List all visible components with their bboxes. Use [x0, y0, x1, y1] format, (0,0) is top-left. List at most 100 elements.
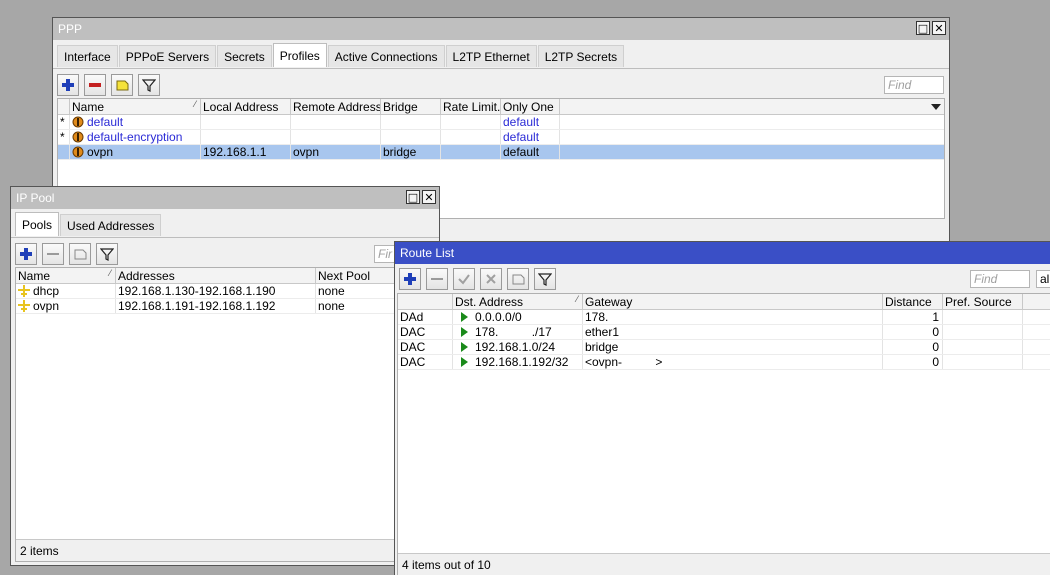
- route-list-toolbar: Find all: [395, 265, 1050, 293]
- profile-icon: [72, 116, 84, 128]
- ppp-title: PPP: [58, 22, 83, 36]
- enable-button[interactable]: [453, 268, 475, 290]
- note-icon: [116, 80, 129, 91]
- table-row[interactable]: ovpn 192.168.1.191-192.168.1.192 none: [16, 299, 434, 314]
- note-icon: [512, 274, 525, 285]
- table-row[interactable]: DAC 192.168.1.0/24 bridge 0: [398, 340, 1050, 355]
- tab-l2tp-ethernet[interactable]: L2TP Ethernet: [445, 45, 537, 67]
- row-dst-address: 178. ./17: [453, 325, 583, 339]
- column-header-name[interactable]: Name ⁄: [70, 99, 201, 114]
- remove-button[interactable]: [84, 74, 106, 96]
- plus-icon: [20, 248, 32, 260]
- column-header-pref-source[interactable]: Pref. Source: [943, 294, 1023, 309]
- table-row[interactable]: * default-encryption default: [58, 130, 944, 145]
- filter-icon: [100, 248, 114, 261]
- remove-button[interactable]: [42, 243, 64, 265]
- close-button[interactable]: ✕: [932, 21, 946, 35]
- row-local-address: 192.168.1.1: [201, 145, 291, 159]
- sort-icon: ⁄: [194, 99, 196, 109]
- minus-icon: [89, 83, 101, 87]
- table-row[interactable]: dhcp 192.168.1.130-192.168.1.190 none: [16, 284, 434, 299]
- table-row[interactable]: DAC 178. ./17 ether1 0: [398, 325, 1050, 340]
- table-header: Name ⁄ Addresses Next Pool: [16, 268, 434, 284]
- tab-l2tp-secrets[interactable]: L2TP Secrets: [537, 45, 625, 67]
- column-header-dst-address[interactable]: Dst. Address ⁄: [453, 294, 583, 309]
- ip-pool-toolbar: Fir: [11, 238, 439, 270]
- filter-button[interactable]: [138, 74, 160, 96]
- column-header-bridge[interactable]: Bridge: [381, 99, 441, 114]
- row-flags: DAC: [398, 355, 453, 369]
- column-header-name[interactable]: Name ⁄: [16, 268, 116, 283]
- flag-column-header: [58, 99, 70, 114]
- add-button[interactable]: [15, 243, 37, 265]
- row-flag: [58, 145, 70, 159]
- column-header-gateway[interactable]: Gateway: [583, 294, 883, 309]
- row-distance: 0: [883, 340, 943, 354]
- status-bar: 4 items out of 10: [398, 553, 1050, 575]
- table-row-selected[interactable]: ovpn 192.168.1.1 ovpn bridge default: [58, 145, 944, 160]
- comment-button[interactable]: [69, 243, 91, 265]
- filter-button[interactable]: [534, 268, 556, 290]
- row-only-one: default: [501, 145, 560, 159]
- row-gateway: <ovpn- >: [583, 355, 883, 369]
- close-button[interactable]: ✕: [422, 190, 436, 204]
- row-flags: DAd: [398, 310, 453, 324]
- tab-profiles[interactable]: Profiles: [272, 43, 327, 67]
- column-header-flags[interactable]: [398, 294, 453, 309]
- route-arrow-icon: [461, 342, 468, 352]
- tab-active-connections[interactable]: Active Connections: [327, 45, 445, 67]
- column-header-local-address[interactable]: Local Address: [201, 99, 291, 114]
- column-header-addresses[interactable]: Addresses: [116, 268, 316, 283]
- filter-icon: [142, 79, 156, 92]
- column-header-only-one[interactable]: Only One: [501, 99, 560, 114]
- routes-table: Dst. Address ⁄ Gateway Distance Pref. Sou…: [397, 293, 1050, 575]
- tab-used-addresses[interactable]: Used Addresses: [60, 214, 162, 236]
- ppp-titlebar[interactable]: PPP □ ✕: [53, 18, 949, 40]
- comment-button[interactable]: [111, 74, 133, 96]
- row-gateway: ether1: [583, 325, 883, 339]
- status-bar: 2 items: [16, 539, 434, 561]
- row-only-one: default: [501, 115, 560, 129]
- row-only-one: default: [501, 130, 560, 144]
- ip-pool-titlebar[interactable]: IP Pool □ ✕: [11, 187, 439, 209]
- remove-button[interactable]: [426, 268, 448, 290]
- row-flag: *: [58, 130, 70, 144]
- ppp-tabs: Interface PPPoE Servers Secrets Profiles…: [53, 40, 949, 69]
- row-remote-address: [291, 115, 381, 129]
- row-pref-source: [943, 340, 1023, 354]
- row-flags: DAC: [398, 325, 453, 339]
- note-icon: [74, 249, 87, 260]
- comment-button[interactable]: [507, 268, 529, 290]
- row-bridge: [381, 130, 441, 144]
- table-row[interactable]: * default default: [58, 115, 944, 130]
- columns-dropdown[interactable]: [560, 99, 944, 114]
- row-addresses: 192.168.1.130-192.168.1.190: [116, 284, 316, 298]
- row-local-address: [201, 130, 291, 144]
- table-row[interactable]: DAC 192.168.1.192/32 <ovpn- > 0: [398, 355, 1050, 370]
- column-header-distance[interactable]: Distance: [883, 294, 943, 309]
- row-rate-limit: [441, 130, 501, 144]
- table-header: Dst. Address ⁄ Gateway Distance Pref. Sou…: [398, 294, 1050, 310]
- table-row[interactable]: DAd 0.0.0.0/0 178. 1: [398, 310, 1050, 325]
- route-arrow-icon: [461, 357, 468, 367]
- filter-select[interactable]: all: [1036, 270, 1050, 288]
- chevron-down-icon: [931, 103, 941, 110]
- maximize-button[interactable]: □: [406, 190, 420, 204]
- row-distance: 0: [883, 325, 943, 339]
- column-header-remote-address[interactable]: Remote Address: [291, 99, 381, 114]
- row-name: default: [70, 115, 201, 129]
- disable-button[interactable]: [480, 268, 502, 290]
- tab-pools[interactable]: Pools: [15, 212, 60, 236]
- maximize-button[interactable]: □: [916, 21, 930, 35]
- add-button[interactable]: [399, 268, 421, 290]
- find-input[interactable]: Find: [970, 270, 1030, 288]
- row-name: ovpn: [70, 145, 201, 159]
- find-input[interactable]: Find: [884, 76, 944, 94]
- route-list-titlebar[interactable]: Route List: [395, 242, 1050, 264]
- filter-button[interactable]: [96, 243, 118, 265]
- add-button[interactable]: [57, 74, 79, 96]
- tab-secrets[interactable]: Secrets: [217, 45, 272, 67]
- column-header-rate-limit[interactable]: Rate Limit...: [441, 99, 501, 114]
- tab-pppoe-servers[interactable]: PPPoE Servers: [118, 45, 217, 67]
- tab-interface[interactable]: Interface: [57, 45, 118, 67]
